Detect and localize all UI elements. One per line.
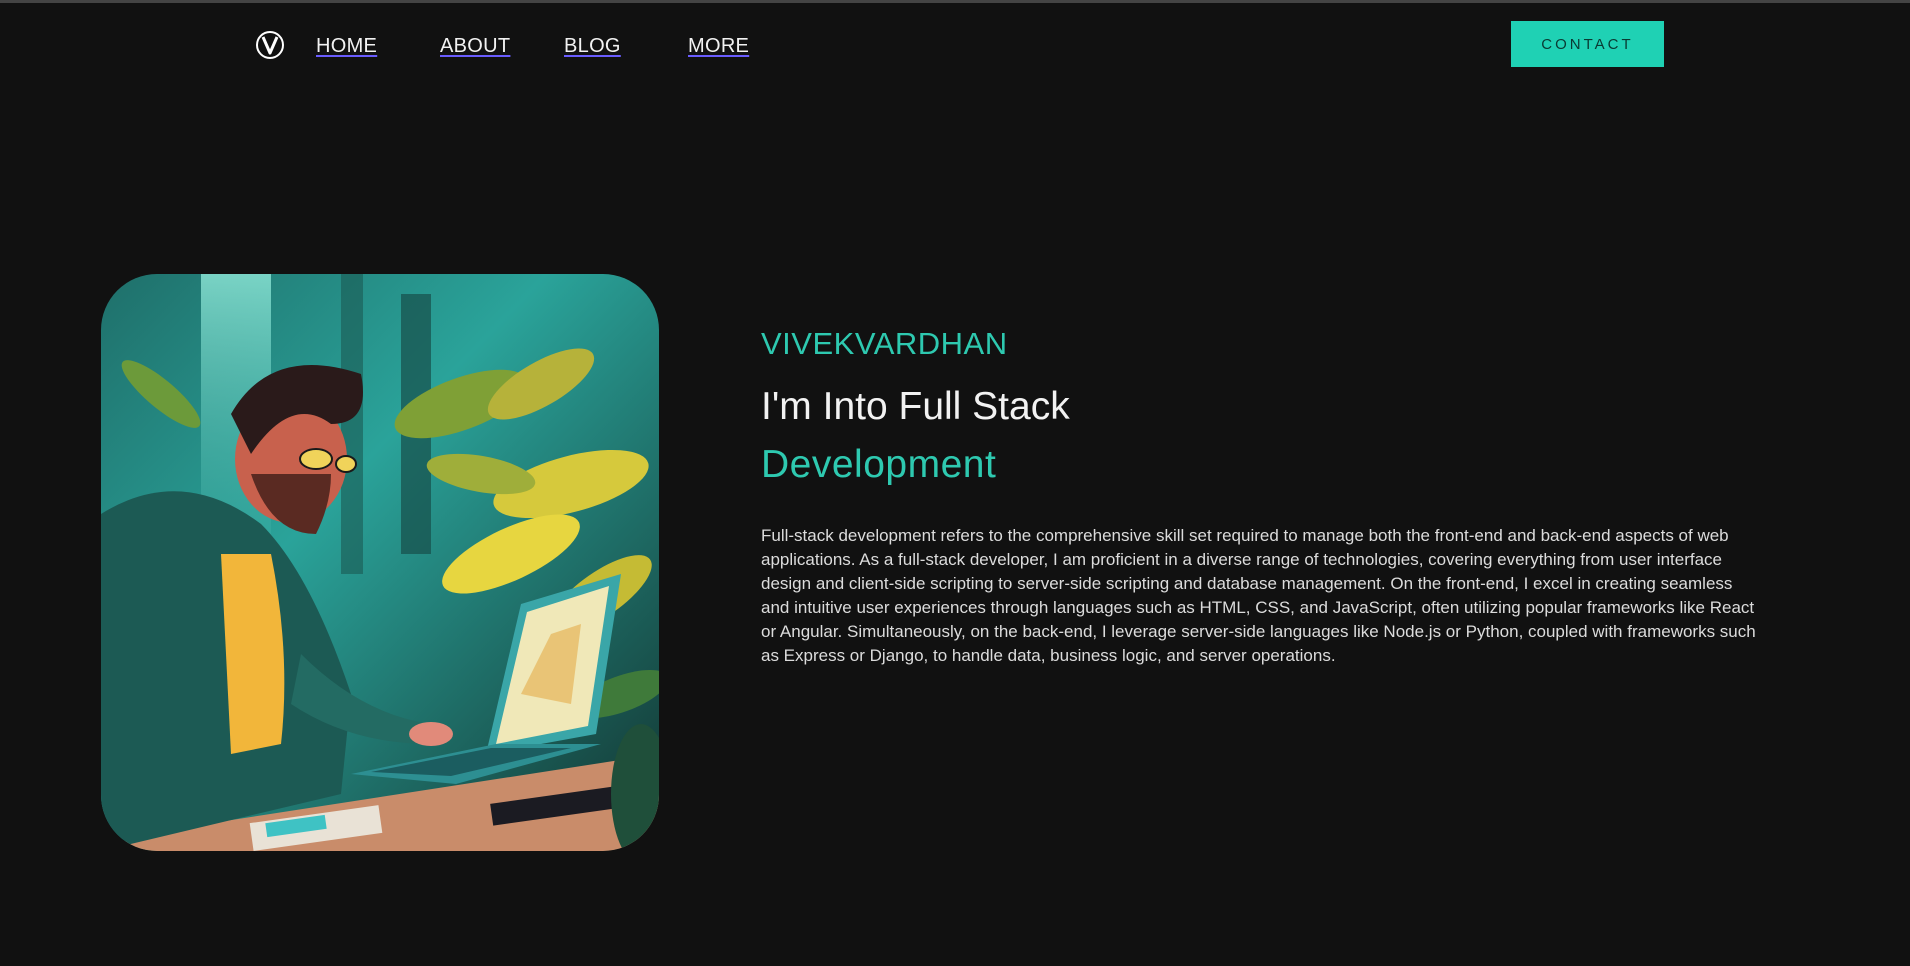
hero-illustration: [101, 274, 659, 851]
contact-button[interactable]: CONTACT: [1511, 21, 1664, 67]
nav-link-more[interactable]: MORE: [688, 35, 749, 58]
v-logo-icon[interactable]: [255, 30, 285, 60]
headline: I'm Into Full Stack: [761, 385, 1070, 428]
navbar: HOME ABOUT BLOG MORE CONTACT: [0, 3, 1910, 83]
nav-link-home[interactable]: HOME: [316, 35, 377, 58]
profile-name: VIVEKVARDHAN: [761, 326, 1008, 361]
nav-link-about[interactable]: ABOUT: [440, 35, 510, 58]
nav-link-blog[interactable]: BLOG: [564, 35, 621, 58]
headline-accent: Development: [761, 443, 997, 486]
bio-paragraph: Full-stack development refers to the com…: [761, 526, 1756, 665]
